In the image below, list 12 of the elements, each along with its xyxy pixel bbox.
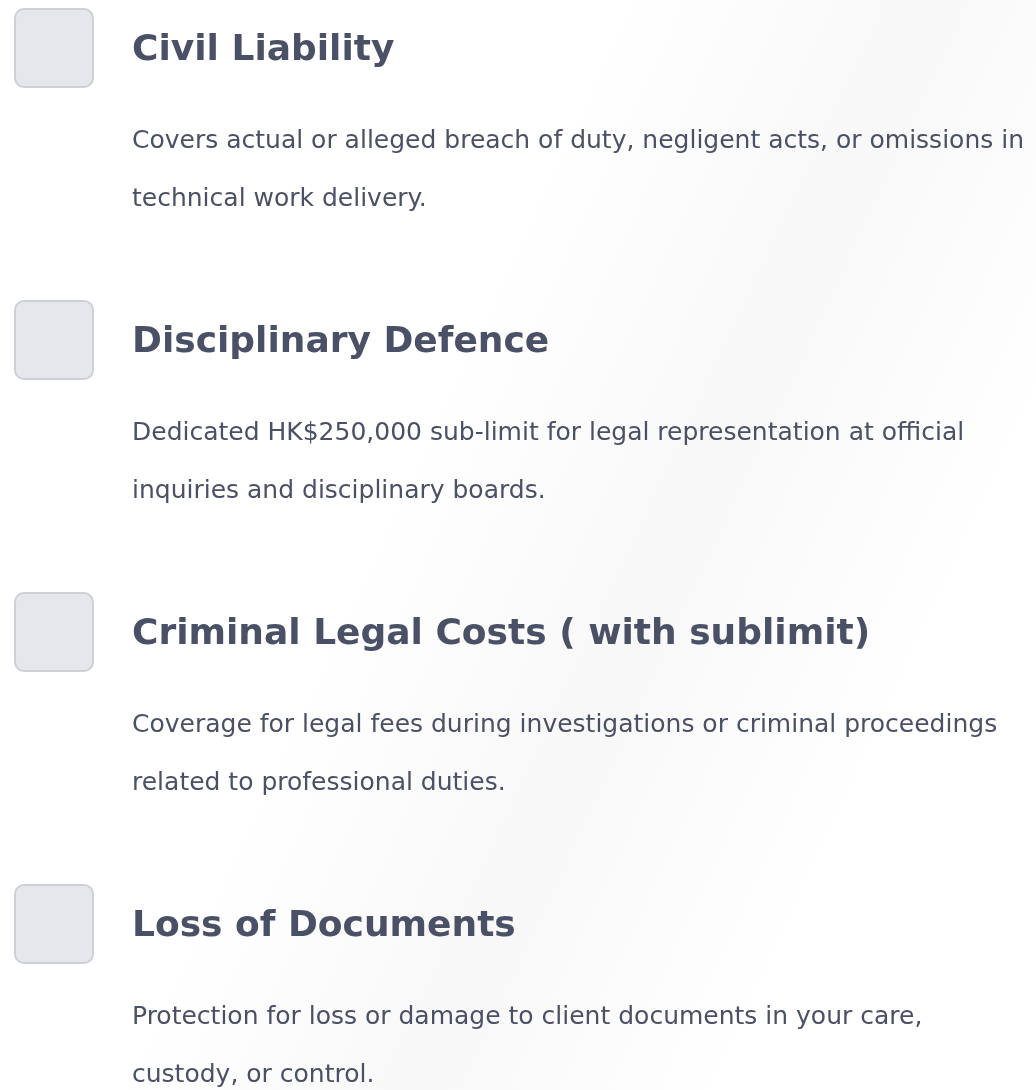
- coverage-description: Coverage for legal fees during investigations or criminal proceedings related to professional duties.: [132, 708, 999, 798]
- coverage-title: Loss of Documents: [132, 902, 517, 946]
- coverage-description: Protection for loss or damage to client documents in your care, custody, or control.: [132, 1000, 924, 1090]
- checkbox[interactable]: [14, 592, 94, 672]
- coverage-title: Disciplinary Defence: [132, 318, 551, 362]
- coverage-title: Civil Liability: [132, 26, 396, 70]
- checkbox[interactable]: [14, 300, 94, 380]
- coverage-description: Dedicated HK$250,000 sub-limit for legal representation at official inquiries and disciplinary boards.: [132, 416, 966, 506]
- checkbox[interactable]: [14, 884, 94, 964]
- coverage-title: Criminal Legal Costs ( with sublimit): [132, 610, 872, 654]
- checkbox[interactable]: [14, 8, 94, 88]
- coverage-description: Covers actual or alleged breach of duty, negligent acts, or omissions in technical work delivery.: [132, 124, 1025, 214]
